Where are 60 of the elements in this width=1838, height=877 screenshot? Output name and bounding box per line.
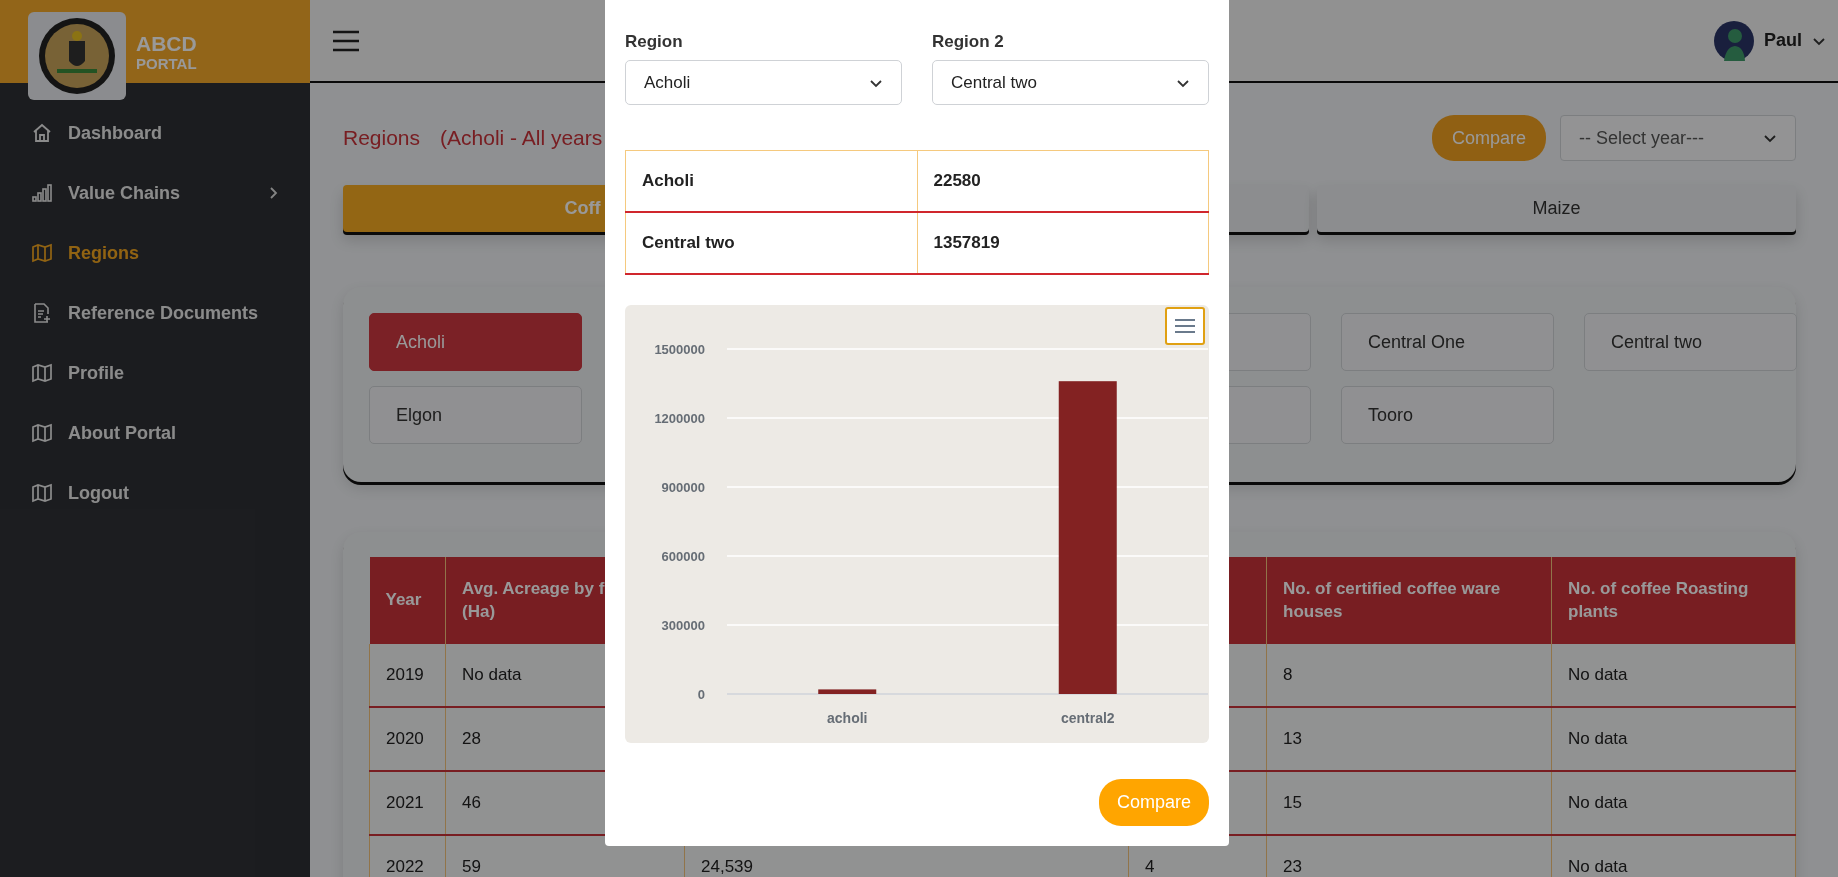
- sidebar-item[interactable]: About Portal: [0, 403, 310, 463]
- table-cell: Acholi: [625, 150, 917, 212]
- menu-icon[interactable]: [332, 29, 360, 52]
- column-header: No. of certified coffee ware houses: [1266, 557, 1552, 644]
- table-cell: Central two: [625, 212, 917, 274]
- table-cell: 2022: [369, 835, 446, 877]
- map-icon: [32, 483, 52, 503]
- document-icon: [32, 303, 52, 323]
- field-label: Region: [625, 32, 684, 52]
- region-button[interactable]: Central One: [1341, 313, 1554, 371]
- sidebar-item[interactable]: Regions: [0, 223, 310, 283]
- table-cell: No data: [1551, 644, 1796, 707]
- portal-subtitle: PORTAL: [136, 55, 197, 72]
- sidebar-item[interactable]: Profile: [0, 343, 310, 403]
- bar: [818, 689, 877, 694]
- region-button[interactable]: Acholi: [369, 313, 582, 371]
- table-cell: 8: [1266, 644, 1552, 707]
- table-cell: No data: [1551, 771, 1796, 835]
- table-cell: 2020: [369, 707, 446, 771]
- region-button[interactable]: Central two: [1584, 313, 1797, 371]
- table-cell: 2021: [369, 771, 446, 835]
- table-cell: 13: [1266, 707, 1552, 771]
- map-icon: [32, 363, 52, 383]
- avatar[interactable]: [1714, 20, 1754, 61]
- region-select[interactable]: Central two: [932, 60, 1209, 105]
- page-subtitle: (Acholi - All years: [440, 126, 603, 150]
- y-axis-label: 0: [697, 687, 705, 702]
- field-label: Region 2: [932, 32, 1005, 52]
- map-icon: [32, 423, 52, 443]
- x-axis-label: acholi: [827, 710, 868, 726]
- user-name[interactable]: Paul: [1764, 30, 1802, 51]
- y-axis-label: 1500000: [654, 342, 705, 357]
- column-header: Year: [369, 557, 446, 644]
- table-cell: No data: [1551, 835, 1796, 877]
- home-icon: [32, 123, 52, 143]
- table-cell: No data: [1551, 707, 1796, 771]
- menu-icon: [1174, 318, 1196, 334]
- page-title: Regions: [343, 126, 421, 150]
- sidebar-item[interactable]: Value Chains: [0, 163, 310, 223]
- year-select[interactable]: -- Select year---: [1560, 115, 1796, 161]
- table-cell: 23: [1266, 835, 1552, 877]
- column-header: No. of coffee Roasting plants: [1551, 557, 1796, 644]
- value-chain-tab[interactable]: Maize: [1317, 185, 1796, 232]
- y-axis-label: 900000: [661, 480, 705, 495]
- x-axis-label: central2: [1060, 710, 1115, 726]
- sidebar-item[interactable]: Logout: [0, 463, 310, 523]
- table-cell: 15: [1266, 771, 1552, 835]
- y-axis-label: 1200000: [654, 411, 705, 426]
- table-cell: 1357819: [917, 212, 1209, 274]
- portal-title: ABCD: [136, 33, 197, 55]
- region-button[interactable]: Tooro: [1341, 386, 1554, 444]
- chart-menu-button[interactable]: [1165, 307, 1205, 345]
- sidebar-item[interactable]: Reference Documents: [0, 283, 310, 343]
- region-select[interactable]: Acholi: [625, 60, 902, 105]
- table-cell: 2019: [369, 644, 446, 707]
- table-cell: 22580: [917, 150, 1209, 212]
- sidebar-item[interactable]: Dashboard: [0, 103, 310, 163]
- bar-chart-icon: [32, 183, 52, 203]
- map-icon: [32, 243, 52, 263]
- region-button[interactable]: Elgon: [369, 386, 582, 444]
